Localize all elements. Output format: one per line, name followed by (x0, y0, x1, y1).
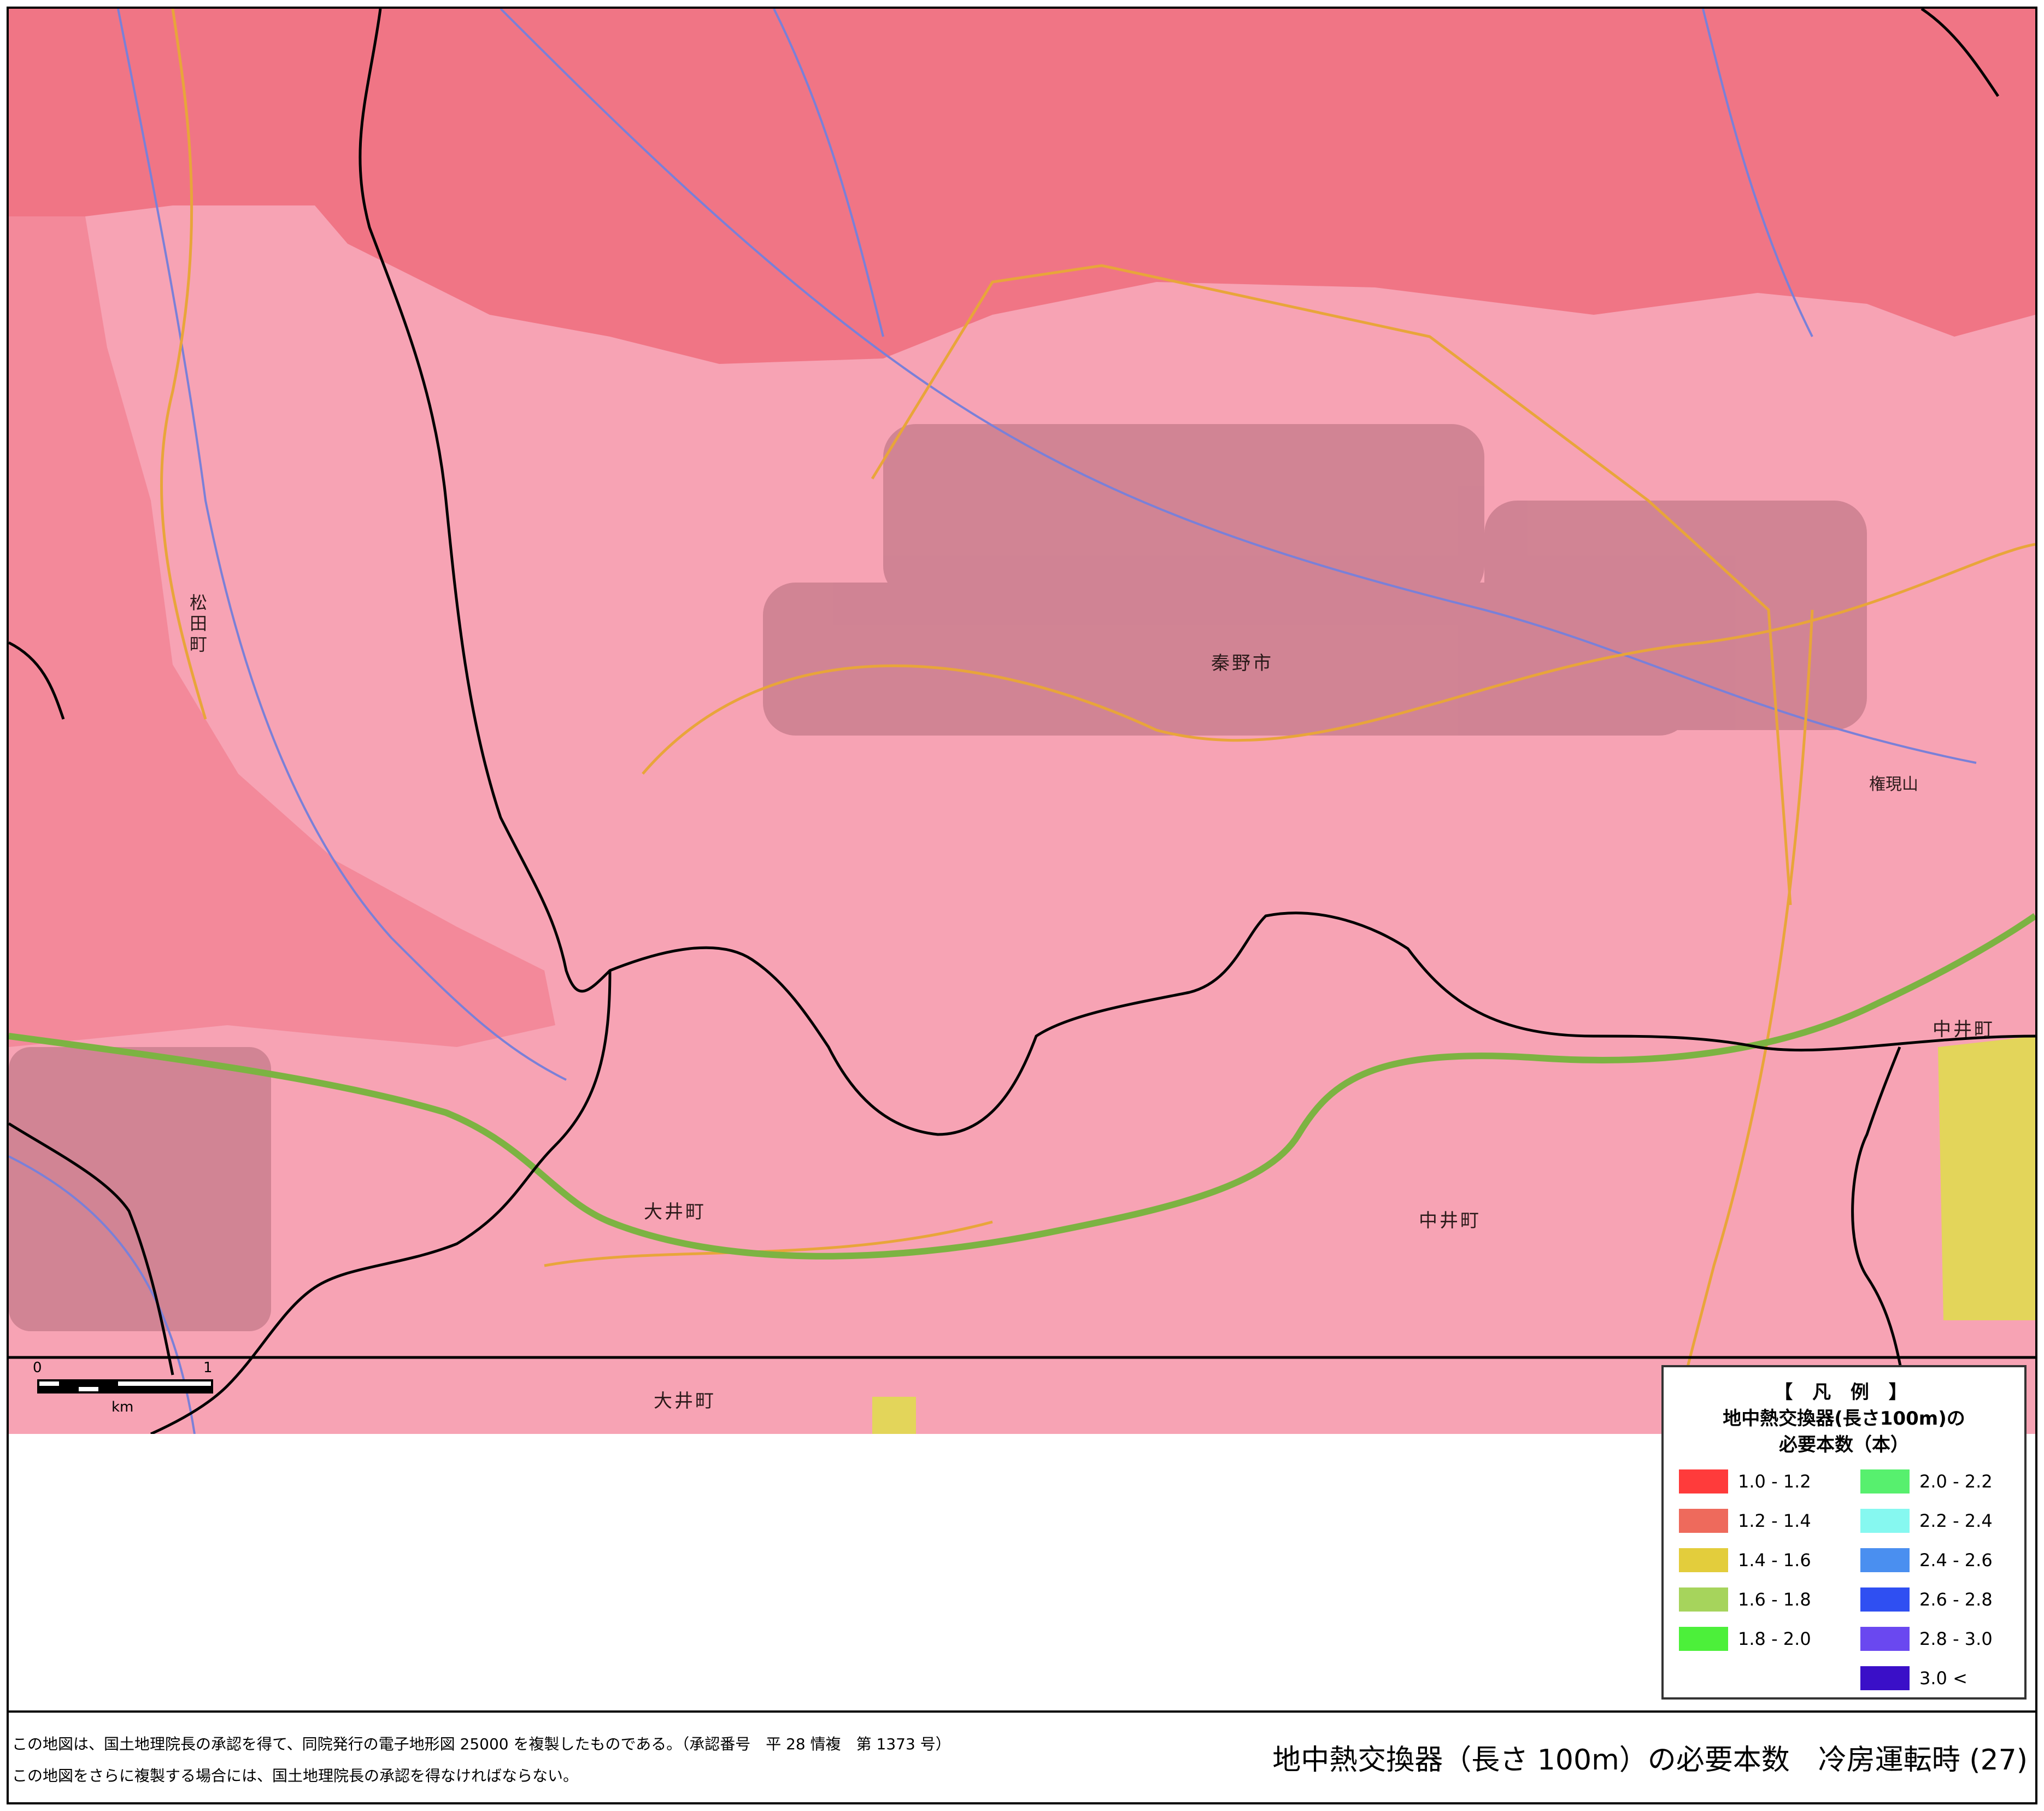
scale-label-zero: 0 (33, 1360, 42, 1376)
gsi-credit-line-2: この地図をさらに複製する場合には、国土地理院長の承認を得なければならない。 (12, 1767, 579, 1785)
legend-label: 2.0 - 2.2 (1919, 1471, 1993, 1492)
place-label-nakai-1: 中井町 (1419, 1210, 1481, 1232)
legend-label: 2.8 - 3.0 (1919, 1628, 1993, 1649)
legend-swatch (1679, 1469, 1728, 1494)
map-area[interactable]: 秦野市 松田町 大井町 大井町 中井町 中井町 権現山 (9, 9, 2035, 1434)
legend-item: 1.6 - 1.8 (1679, 1587, 1811, 1612)
legend-item: 1.0 - 1.2 (1679, 1469, 1811, 1494)
map-canvas[interactable] (9, 9, 2035, 1434)
legend-item: 1.8 - 2.0 (1679, 1626, 1811, 1651)
legend-label: 2.6 - 2.8 (1919, 1589, 1993, 1610)
legend-swatch (1860, 1627, 1910, 1651)
scale-unit: km (111, 1399, 134, 1415)
legend-swatch (1860, 1548, 1910, 1572)
place-label-matsuda: 松田町 (187, 593, 208, 656)
legend-swatch (1860, 1469, 1910, 1494)
legend-label: 1.8 - 2.0 (1738, 1628, 1811, 1649)
legend-swatch (1679, 1509, 1728, 1533)
legend-swatch (1860, 1666, 1910, 1690)
legend-swatch (1679, 1587, 1728, 1612)
place-label-oi-1: 大井町 (644, 1201, 706, 1223)
scale-label-one: 1 (203, 1360, 213, 1376)
heat-exchanger-zone-yellow-small (872, 1397, 916, 1434)
legend-label: 1.2 - 1.4 (1738, 1510, 1811, 1531)
legend: 【 凡 例 】 地中熱交換器(長さ100m)の 必要本数（本） 1.0 - 1.… (1661, 1365, 2027, 1700)
sheet-title: 地中熱交換器（長さ 100m）の必要本数 冷房運転時 (27) (1272, 1744, 2028, 1777)
legend-label: 1.4 - 1.6 (1738, 1550, 1811, 1571)
legend-item: 1.2 - 1.4 (1679, 1508, 1811, 1533)
legend-subtitle-1: 地中熱交換器(長さ100m)の (1723, 1408, 1965, 1430)
scale-graphic (37, 1379, 213, 1393)
place-label-hadano: 秦野市 (1211, 652, 1273, 674)
place-label-nakai-2: 中井町 (1933, 1019, 1995, 1040)
legend-subtitle-2: 必要本数（本） (1779, 1434, 1909, 1456)
legend-swatch (1679, 1627, 1728, 1651)
legend-item: 2.2 - 2.4 (1860, 1508, 1993, 1533)
legend-item: 2.4 - 2.6 (1860, 1548, 1993, 1573)
footer: この地図は、国土地理院長の承認を得て、同院発行の電子地形図 25000 を複製し… (9, 1710, 2035, 1804)
legend-item: 1.4 - 1.6 (1679, 1548, 1811, 1573)
legend-label: 3.0 < (1919, 1668, 1967, 1689)
legend-swatch (1679, 1548, 1728, 1572)
legend-item: 2.6 - 2.8 (1860, 1587, 1993, 1612)
legend-item: 2.8 - 3.0 (1860, 1626, 1993, 1651)
scale-bar: 0 1 km (31, 1360, 216, 1420)
place-label-oi-2: 大井町 (654, 1390, 716, 1412)
legend-item: 2.0 - 2.2 (1860, 1469, 1993, 1494)
legend-swatch (1860, 1587, 1910, 1612)
legend-label: 1.6 - 1.8 (1738, 1589, 1811, 1610)
legend-item: 3.0 < (1860, 1666, 1967, 1691)
legend-title: 【 凡 例 】 (1774, 1381, 1914, 1403)
heat-exchanger-zone-yellow (1938, 1036, 2035, 1320)
gsi-credit-line-1: この地図は、国土地理院長の承認を得て、同院発行の電子地形図 25000 を複製し… (12, 1735, 951, 1753)
place-label-gongen-yama: 権現山 (1869, 775, 1918, 794)
legend-label: 2.2 - 2.4 (1919, 1510, 1993, 1531)
legend-label: 2.4 - 2.6 (1919, 1550, 1993, 1571)
legend-swatch (1860, 1509, 1910, 1533)
legend-label: 1.0 - 1.2 (1738, 1471, 1811, 1492)
